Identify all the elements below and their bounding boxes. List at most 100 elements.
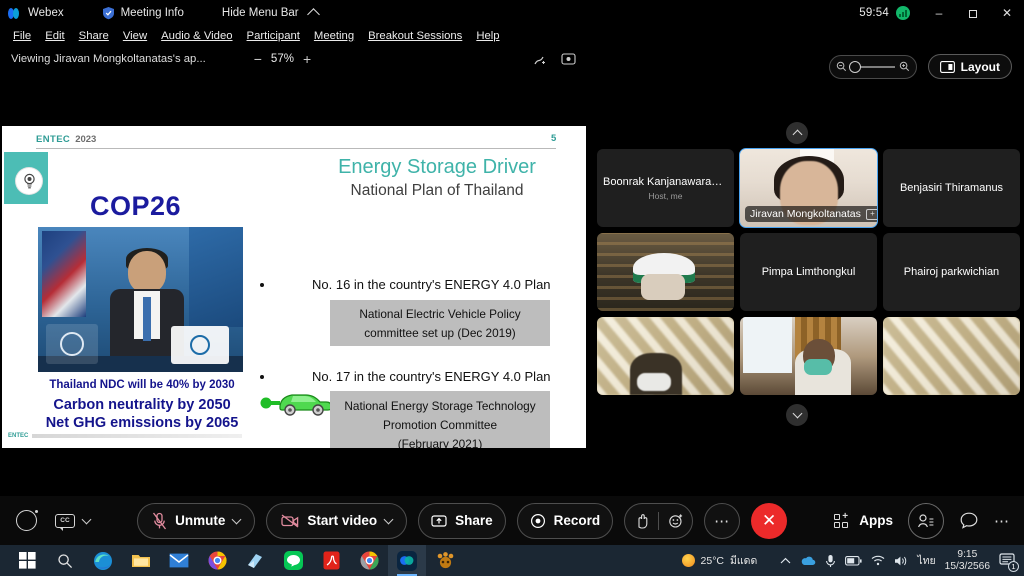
battery-icon[interactable] (845, 555, 862, 566)
maximize-button[interactable] (956, 0, 990, 26)
wifi-icon[interactable] (871, 555, 885, 566)
participant-grid: Boonrak Kanjanawarawa... Host, me Jirava… (597, 148, 1020, 395)
pin-icon[interactable]: + (865, 208, 877, 220)
menu-item-file[interactable]: File (6, 26, 38, 46)
more-options-button[interactable]: ⋯ (704, 502, 741, 539)
participant-tile[interactable]: Phairoj parkwichian (883, 233, 1020, 311)
participants-button[interactable] (907, 502, 944, 539)
tray-expand-icon[interactable] (780, 557, 791, 565)
webex-taskbar-icon[interactable] (388, 545, 426, 576)
zoom-out-button[interactable]: − (254, 52, 262, 66)
share-bar-right-icons (534, 52, 588, 67)
onedrive-icon[interactable] (800, 555, 816, 566)
scroll-down-button[interactable] (786, 404, 808, 426)
raise-hand-icon[interactable] (625, 513, 658, 529)
participant-name-badge: Jiravan Mongkoltanatas + (745, 206, 877, 222)
minimize-button[interactable]: – (922, 0, 956, 26)
menu-item-view[interactable]: View (116, 26, 154, 46)
emoji-reaction-icon[interactable] (659, 513, 692, 529)
edge-icon[interactable] (84, 545, 122, 576)
apps-button[interactable]: + Apps (834, 512, 893, 528)
participant-tile[interactable] (740, 317, 877, 395)
participant-zoom-slider[interactable] (828, 54, 917, 79)
participant-tile[interactable] (597, 233, 734, 311)
line-app-icon[interactable] (274, 545, 312, 576)
adobe-reader-icon[interactable] (312, 545, 350, 576)
cop26-title: COP26 (90, 191, 182, 221)
start-button[interactable] (8, 545, 46, 576)
participant-name: Phairoj parkwichian (903, 266, 1000, 278)
clock[interactable]: 9:15 15/3/2566 (945, 549, 990, 573)
menu-item-breakout-sessions[interactable]: Breakout Sessions (361, 26, 469, 46)
volume-icon[interactable] (894, 555, 908, 567)
controls-right: + Apps ⋯ (834, 502, 1024, 539)
participant-tile[interactable] (883, 317, 1020, 395)
participant-tile-active[interactable]: Jiravan Mongkoltanatas + (739, 148, 878, 228)
chevron-up-icon (306, 8, 320, 21)
layout-button[interactable]: Layout (927, 54, 1012, 79)
webex-app-button[interactable]: Webex (0, 0, 72, 26)
annotate-icon[interactable] (534, 52, 549, 67)
menu-item-help[interactable]: Help (469, 26, 506, 46)
zoom-in-button[interactable]: + (303, 52, 311, 66)
mail-icon[interactable] (160, 545, 198, 576)
zoom-slider-thumb[interactable] (848, 60, 861, 73)
menu-item-edit[interactable]: Edit (38, 26, 71, 46)
unmute-button[interactable]: Unmute (137, 502, 256, 539)
menu-item-audio-video[interactable]: Audio & Video (154, 26, 239, 46)
hide-menu-bar-button[interactable]: Hide Menu Bar (214, 0, 326, 26)
participant-name: Boonrak Kanjanawarawa... (603, 175, 734, 188)
zoom-in-small-icon[interactable] (899, 61, 910, 72)
record-button[interactable]: Record (516, 502, 614, 539)
full-screen-icon[interactable] (561, 52, 576, 66)
chrome-icon-2[interactable] (350, 545, 388, 576)
notifications-button[interactable]: 1 (999, 552, 1019, 572)
microphone-icon[interactable] (825, 554, 836, 568)
participant-name: Pimpa Limthongkul (761, 266, 856, 278)
end-meeting-button[interactable]: ✕ (751, 502, 788, 539)
chevron-down-icon[interactable] (231, 514, 242, 524)
apps-label: Apps (859, 513, 893, 528)
shield-icon (102, 6, 115, 20)
file-explorer-icon[interactable] (122, 545, 160, 576)
network-quality-icon[interactable] (896, 6, 910, 20)
chrome-icon[interactable] (198, 545, 236, 576)
shared-content-stage[interactable]: ENTEC 2023 5 COP26 Thailand NDC will be … (0, 76, 588, 456)
chat-button[interactable] (959, 511, 979, 530)
participant-tile[interactable]: Benjasiri Thiramanus (883, 149, 1020, 227)
weather-widget[interactable]: 25°C มีแดด (681, 552, 757, 569)
closed-captions-button[interactable]: CC (55, 513, 92, 531)
chevron-down-icon[interactable] (81, 514, 92, 524)
audio-indicator-icon[interactable] (16, 510, 38, 531)
controls-center: Unmute Start video Share Record ⋯ ✕ (137, 502, 788, 539)
participant-video (883, 317, 1020, 395)
layout-icon (939, 60, 955, 73)
more-controls-button[interactable]: ⋯ (994, 512, 1010, 530)
slide-brand: ENTEC 2023 (36, 134, 96, 145)
menu-item-meeting[interactable]: Meeting (307, 26, 361, 46)
participant-name: Benjasiri Thiramanus (899, 182, 1004, 194)
participant-tile[interactable]: Boonrak Kanjanawarawa... Host, me (597, 149, 734, 227)
share-zoom-controls: − 57% + (254, 52, 311, 66)
share-button[interactable]: Share (418, 502, 506, 539)
store-icon[interactable] (236, 545, 274, 576)
scroll-up-button[interactable] (786, 122, 808, 144)
start-video-button[interactable]: Start video (266, 502, 408, 539)
hide-menu-bar-label: Hide Menu Bar (221, 7, 299, 19)
chevron-down-icon[interactable] (383, 514, 394, 524)
title-bar: Webex Meeting Info Hide Menu Bar 59:54 –… (0, 0, 1024, 26)
ime-language[interactable]: ไทย (917, 552, 935, 569)
unmute-label: Unmute (175, 513, 226, 528)
browser-paw-icon[interactable] (426, 545, 464, 576)
participant-tile[interactable]: Pimpa Limthongkul (740, 233, 877, 311)
participant-tile[interactable] (597, 317, 734, 395)
brand-year: 2023 (75, 134, 97, 145)
menu-item-share[interactable]: Share (72, 26, 116, 46)
close-button[interactable]: ✕ (990, 0, 1024, 26)
zoom-slider-track[interactable] (848, 60, 895, 73)
search-icon[interactable] (46, 545, 84, 576)
zoom-out-small-icon[interactable] (836, 61, 847, 72)
start-video-label: Start video (307, 513, 378, 528)
menu-item-participant[interactable]: Participant (240, 26, 307, 46)
meeting-info-button[interactable]: Meeting Info (94, 0, 192, 26)
